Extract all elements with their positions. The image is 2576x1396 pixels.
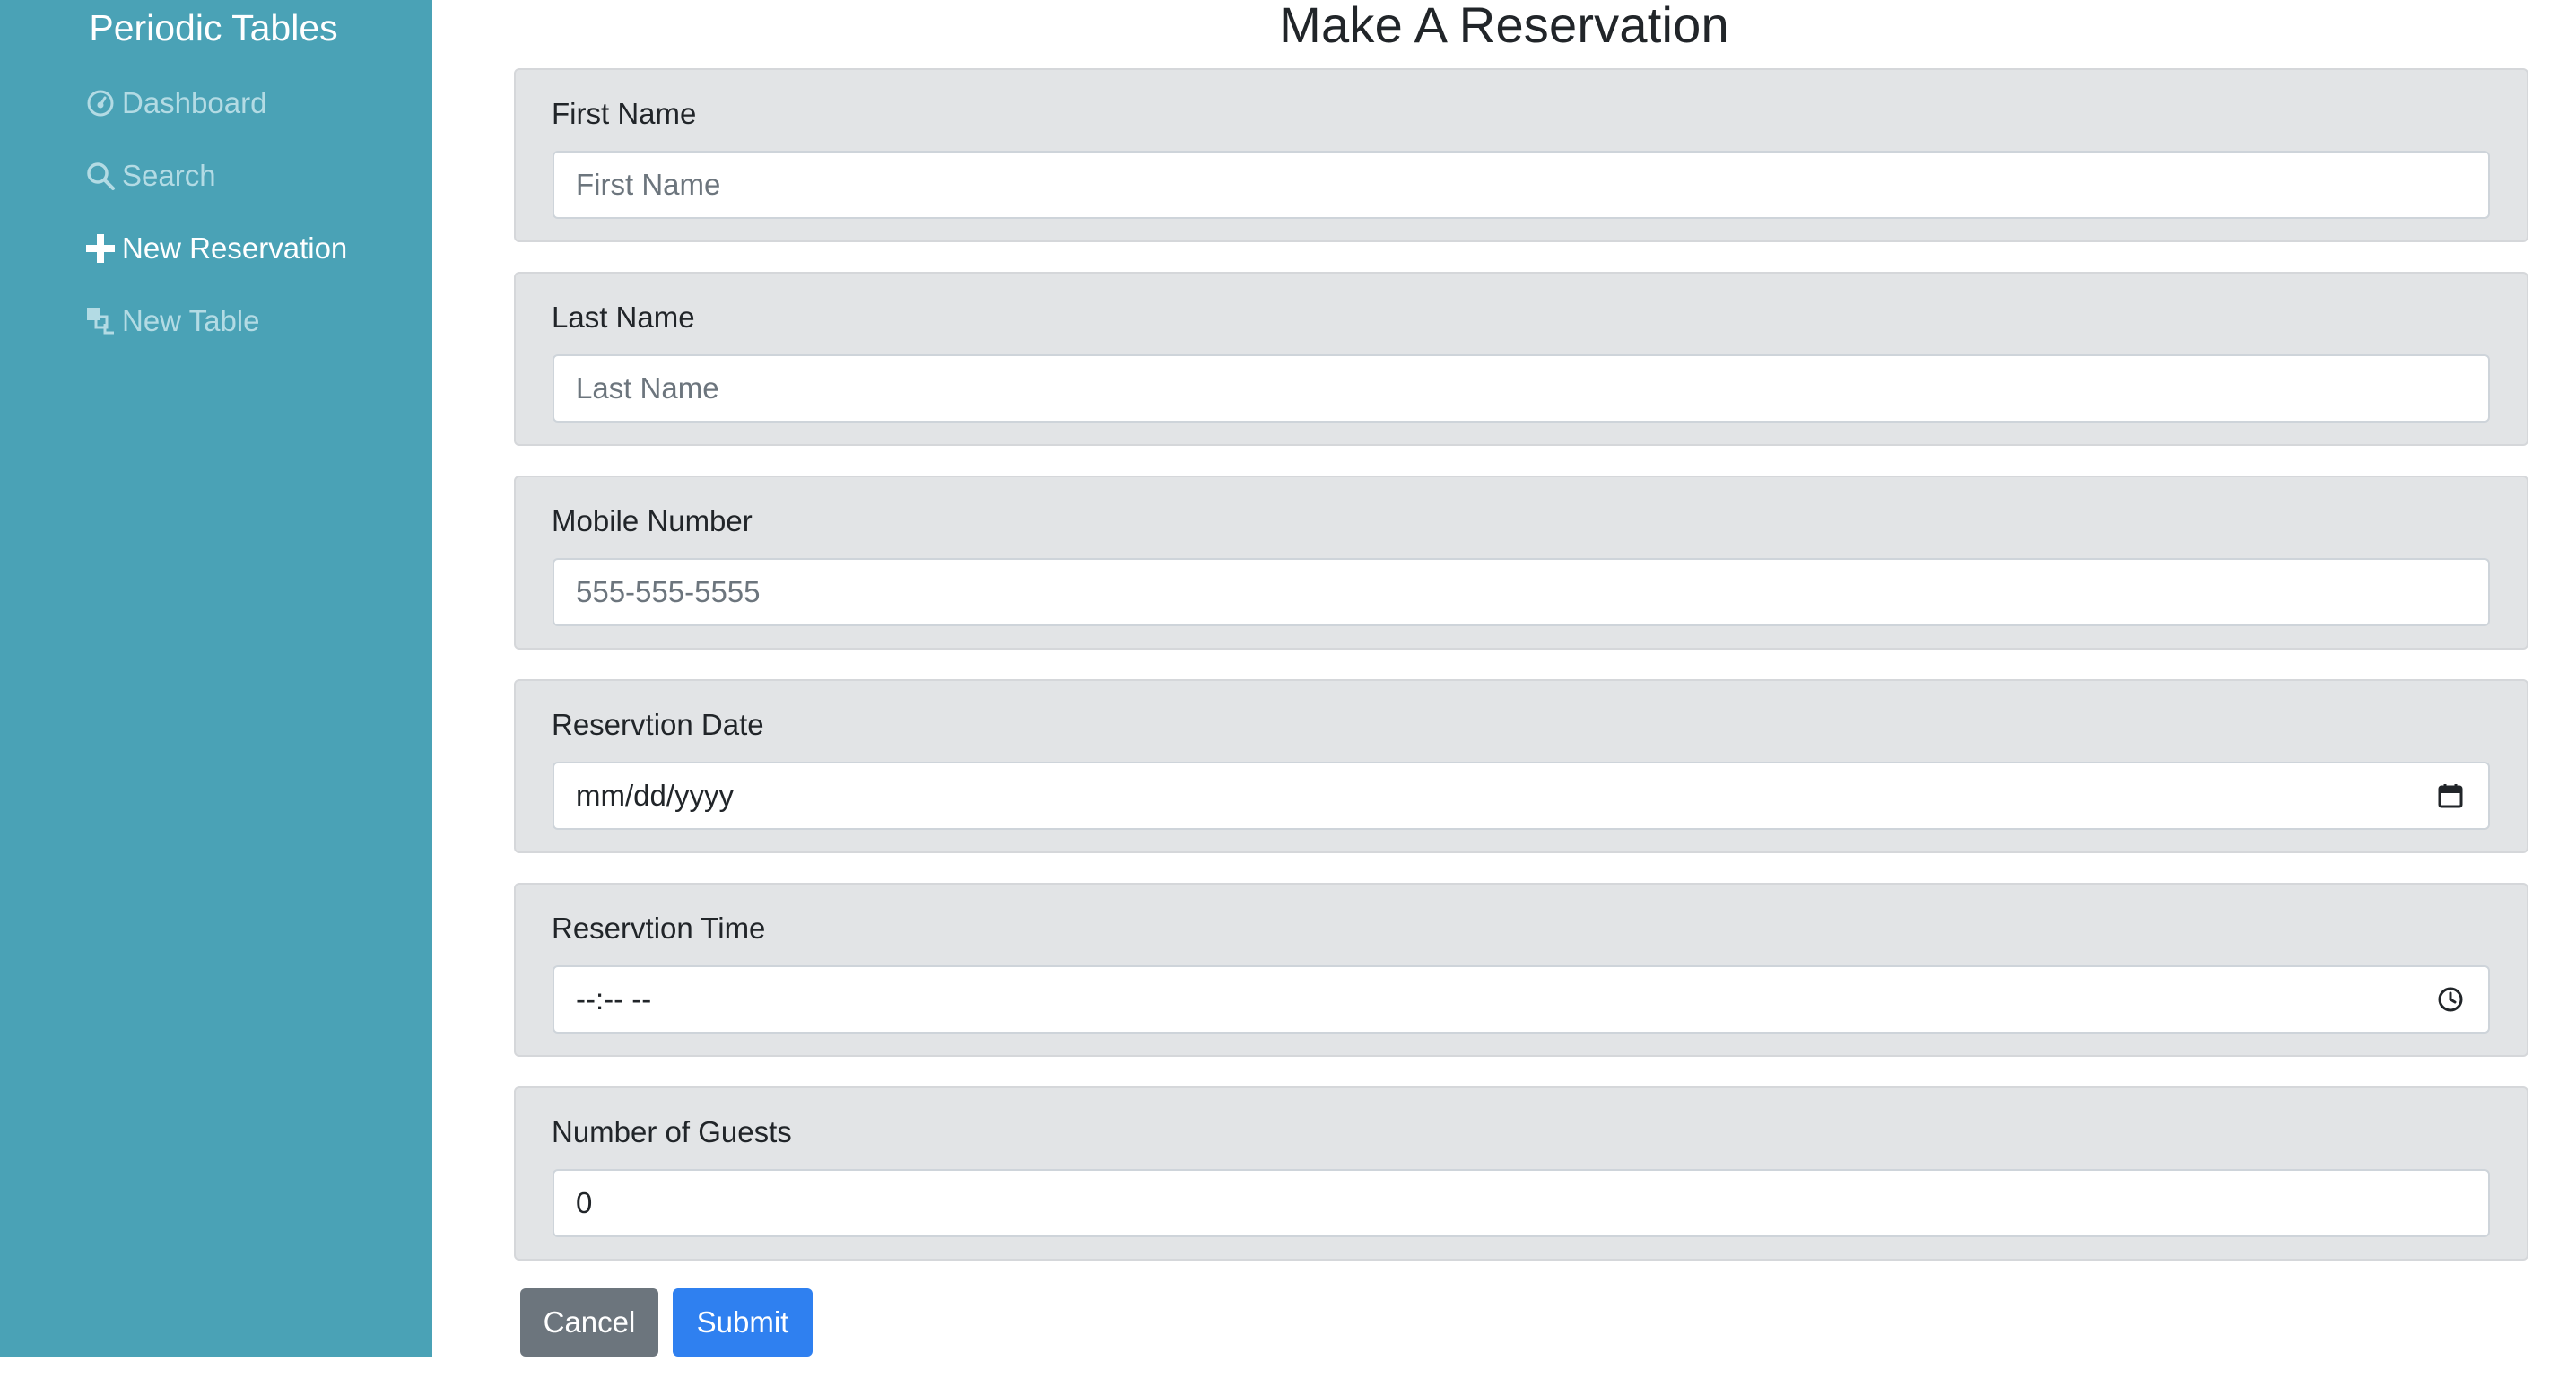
mobile-number-placeholder: 555-555-5555 bbox=[576, 575, 761, 608]
sidebar-item-dashboard[interactable]: Dashboard bbox=[84, 76, 266, 130]
sidebar-item-label: New Reservation bbox=[122, 231, 348, 265]
first-name-input[interactable]: First Name bbox=[553, 151, 2490, 219]
sidebar-item-label: New Table bbox=[122, 304, 260, 337]
reservation-time-input[interactable]: --:-- -- bbox=[553, 965, 2490, 1034]
calendar-icon[interactable] bbox=[2434, 780, 2467, 812]
guests-label: Number of Guests bbox=[552, 1115, 792, 1148]
guests-input[interactable]: 0 bbox=[553, 1169, 2490, 1237]
sidebar: Periodic Tables Dashboard Search New Res… bbox=[0, 0, 432, 1357]
last-name-label: Last Name bbox=[552, 301, 695, 334]
sidebar-item-label: Dashboard bbox=[122, 86, 267, 119]
last-name-group: Last Name Last Name bbox=[514, 272, 2528, 446]
sidebar-item-search[interactable]: Search bbox=[84, 149, 216, 203]
layers-icon bbox=[84, 305, 117, 337]
brand-title[interactable]: Periodic Tables bbox=[0, 7, 427, 49]
first-name-group: First Name First Name bbox=[514, 68, 2528, 242]
guests-group: Number of Guests 0 bbox=[514, 1086, 2528, 1261]
reservation-time-group: Reservtion Time --:-- -- bbox=[514, 883, 2528, 1057]
cancel-button[interactable]: Cancel bbox=[520, 1288, 658, 1357]
reservation-date-placeholder: mm/dd/yyyy bbox=[576, 779, 735, 812]
last-name-placeholder: Last Name bbox=[576, 371, 719, 405]
plus-icon bbox=[84, 232, 117, 265]
submit-button[interactable]: Submit bbox=[673, 1288, 813, 1357]
guests-value: 0 bbox=[576, 1186, 593, 1219]
mobile-number-input[interactable]: 555-555-5555 bbox=[553, 558, 2490, 626]
last-name-input[interactable]: Last Name bbox=[553, 354, 2490, 423]
mobile-number-label: Mobile Number bbox=[552, 504, 753, 537]
mobile-number-group: Mobile Number 555-555-5555 bbox=[514, 476, 2528, 650]
reservation-date-label: Reservtion Date bbox=[552, 708, 764, 741]
sidebar-item-label: Search bbox=[122, 159, 216, 192]
first-name-placeholder: First Name bbox=[576, 168, 721, 201]
reservation-date-group: Reservtion Date mm/dd/yyyy bbox=[514, 679, 2528, 853]
reservation-date-input[interactable]: mm/dd/yyyy bbox=[553, 762, 2490, 830]
clock-icon[interactable] bbox=[2434, 983, 2467, 1016]
search-icon bbox=[84, 160, 117, 192]
page-title: Make A Reservation bbox=[1279, 0, 1729, 53]
sidebar-item-new-table[interactable]: New Table bbox=[84, 294, 259, 348]
reservation-time-label: Reservtion Time bbox=[552, 912, 766, 945]
sidebar-item-new-reservation[interactable]: New Reservation bbox=[84, 222, 347, 275]
reservation-time-placeholder: --:-- -- bbox=[576, 982, 652, 1016]
first-name-label: First Name bbox=[552, 97, 697, 130]
dashboard-icon bbox=[84, 87, 117, 119]
